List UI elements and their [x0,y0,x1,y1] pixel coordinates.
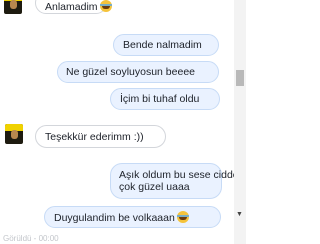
message-outgoing: Ne güzel soyluyosun beeee [57,61,219,83]
message-text: Duygulandim be volkaaan [54,212,175,224]
message-text: Ne güzel soyluyosun beeee [66,66,196,78]
seen-status: Görüldü - 00:00 [3,234,59,243]
message-text-line: çok güzel uaaa [119,181,190,193]
scrollbar-thumb[interactable] [236,70,244,86]
message-text: İçim bi tuhaf oldu [120,93,200,105]
message-outgoing: İçim bi tuhaf oldu [110,88,220,110]
message-text: Bende nalmadim [123,39,202,51]
laughing-emoji-icon [99,0,112,12]
chat-thread: Anlamadim Bende nalmadim Ne güzel soyluy… [0,0,234,244]
contact-avatar[interactable] [4,0,22,14]
message-outgoing: Duygulandim be volkaaan [44,206,221,228]
message-text: Teşekkür ederimm :)) [45,131,144,143]
message-text-line: Aşık oldum bu sese cidden [119,169,234,181]
contact-avatar[interactable] [5,124,23,144]
scrollbar-track[interactable] [234,0,246,244]
message-text: Anlamadim [45,1,98,13]
message-incoming: Teşekkür ederimm :)) [35,125,166,148]
laughing-emoji-icon [176,211,189,223]
message-outgoing: Aşık oldum bu sese cidden çok güzel uaaa [110,163,234,199]
message-outgoing: Bende nalmadim [113,34,219,56]
message-incoming: Anlamadim [35,0,112,14]
scroll-down-arrow-icon[interactable]: ▼ [236,211,243,218]
